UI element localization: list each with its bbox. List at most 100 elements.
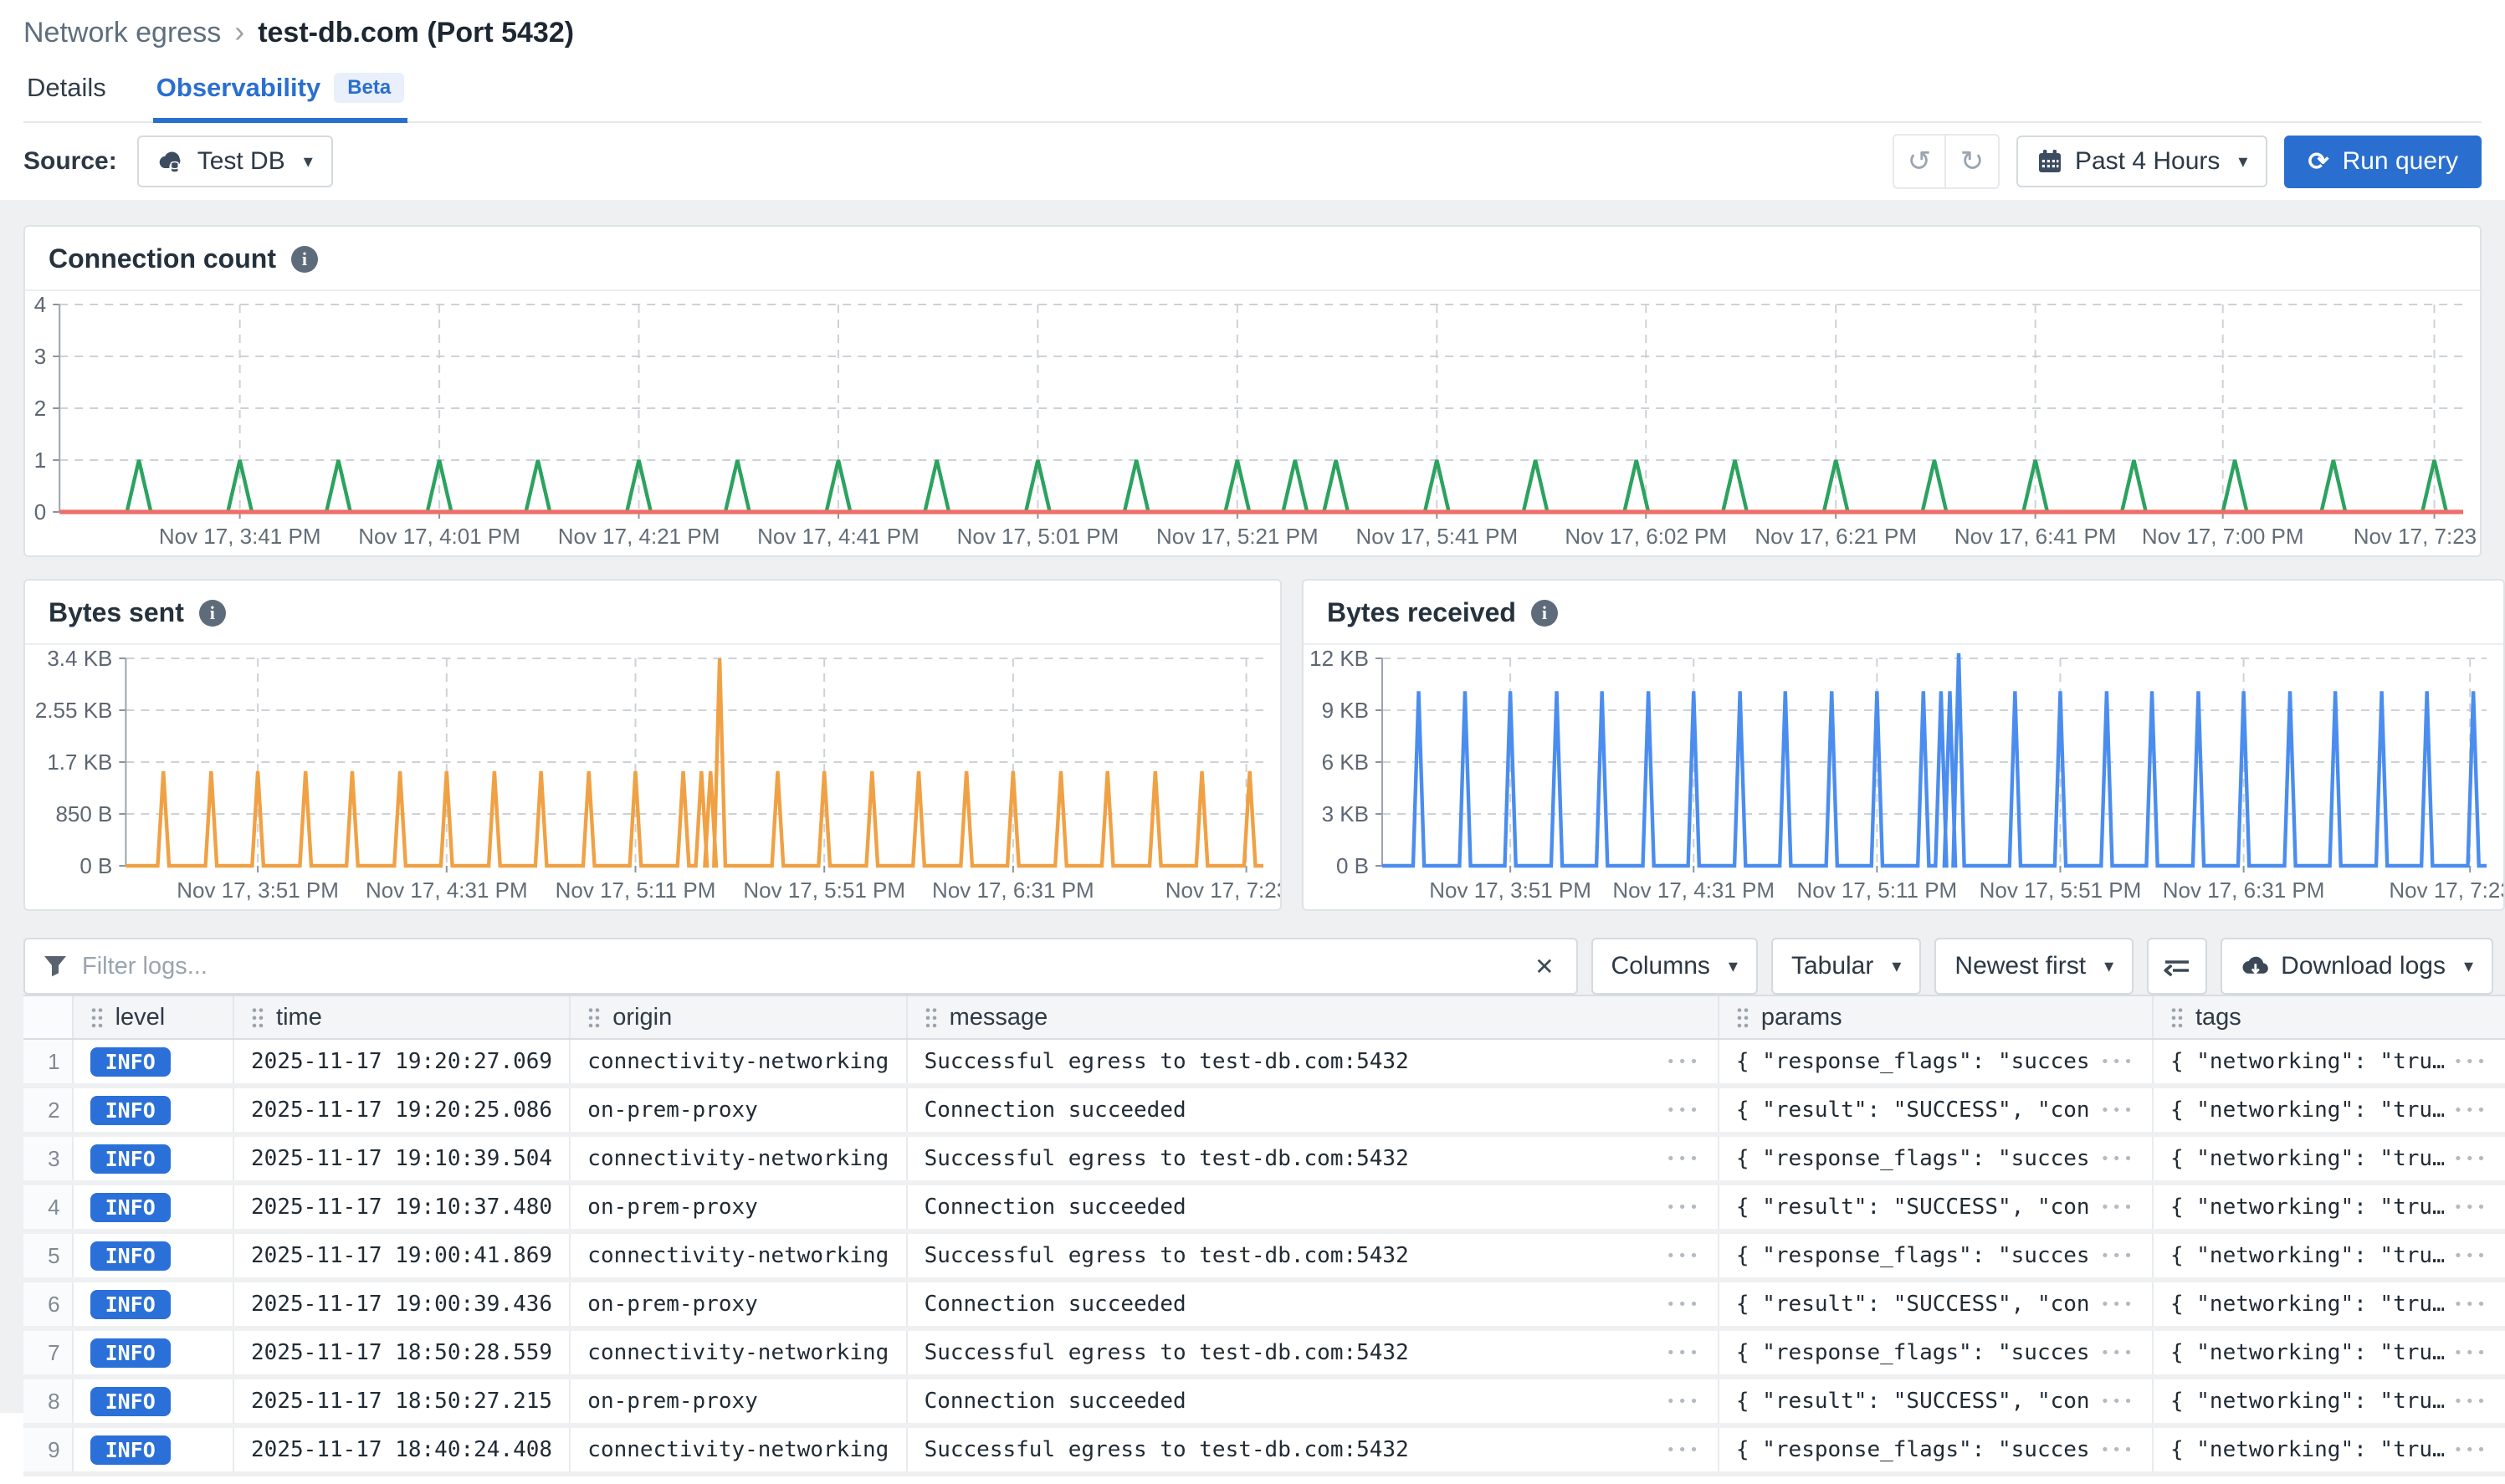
expand-params-button[interactable]: ••• (2100, 1441, 2135, 1459)
expand-message-button[interactable]: ••• (1666, 1247, 1701, 1265)
expand-params-button[interactable]: ••• (2100, 1053, 2135, 1071)
view-mode-select[interactable]: Tabular ▾ (1771, 938, 1921, 995)
row-number: 2 (23, 1088, 74, 1132)
expand-message-button[interactable]: ••• (1666, 1102, 1701, 1119)
table-row[interactable]: 1 INFO 2025-11-17 19:20:27.069 connectiv… (23, 1040, 2505, 1088)
observability-page: Network egress › test-db.com (Port 5432)… (0, 0, 2505, 1484)
cell-tags: { "networking": "tru…••• (2154, 1040, 2505, 1083)
expand-params-button[interactable]: ••• (2100, 1296, 2135, 1313)
expand-tags-button[interactable]: ••• (2454, 1150, 2489, 1168)
log-filter-bar: ✕ Columns ▾ Tabular ▾ Newest first ▾ (23, 938, 2493, 995)
drag-handle-icon[interactable] (1736, 1006, 1749, 1028)
line-wrap-toggle[interactable] (2147, 938, 2207, 995)
header-origin[interactable]: origin (571, 996, 907, 1038)
expand-params-button[interactable]: ••• (2100, 1393, 2135, 1410)
expand-message-button[interactable]: ••• (1666, 1199, 1701, 1216)
drag-handle-icon[interactable] (925, 1006, 938, 1028)
level-badge: INFO (90, 1047, 171, 1077)
table-row[interactable]: 7 INFO 2025-11-17 18:50:28.559 connectiv… (23, 1331, 2505, 1379)
header-level[interactable]: level (74, 996, 234, 1038)
expand-message-button[interactable]: ••• (1666, 1296, 1701, 1313)
info-icon[interactable]: i (291, 246, 318, 273)
svg-text:Nov 17, 4:31 PM: Nov 17, 4:31 PM (366, 878, 528, 903)
info-icon[interactable]: i (1531, 600, 1558, 627)
header-tags[interactable]: tags (2154, 996, 2505, 1038)
tab-observability-label: Observability (156, 73, 320, 103)
expand-params-button[interactable]: ••• (2100, 1344, 2135, 1362)
connection-count-card: Connection count i 01234Nov 17, 3:41 PMN… (23, 225, 2482, 557)
expand-tags-button[interactable]: ••• (2454, 1393, 2489, 1410)
table-row[interactable]: 4 INFO 2025-11-17 19:10:37.480 on-prem-p… (23, 1185, 2505, 1234)
download-logs-button[interactable]: Download logs ▾ (2221, 938, 2493, 995)
table-row[interactable]: 2 INFO 2025-11-17 19:20:25.086 on-prem-p… (23, 1088, 2505, 1137)
cell-params: { "response_flags": "succes…••• (1719, 1331, 2154, 1374)
cell-params: { "response_flags": "succes…••• (1719, 1137, 2154, 1180)
svg-text:Nov 17, 7:00 PM: Nov 17, 7:00 PM (2142, 524, 2304, 549)
columns-select[interactable]: Columns ▾ (1591, 938, 1758, 995)
cell-origin: connectivity-networking-… (571, 1428, 907, 1471)
expand-tags-button[interactable]: ••• (2454, 1296, 2489, 1313)
breadcrumb-parent-link[interactable]: Network egress (23, 17, 221, 49)
info-icon[interactable]: i (199, 600, 226, 627)
expand-params-button[interactable]: ••• (2100, 1199, 2135, 1216)
run-query-button[interactable]: ⟳ Run query (2284, 136, 2482, 188)
time-range-select[interactable]: Past 4 Hours ▾ (2016, 136, 2267, 187)
drag-handle-icon[interactable] (90, 1006, 104, 1028)
cloud-database-icon (157, 148, 186, 175)
redo-button[interactable]: ↻ (1946, 136, 1998, 187)
expand-message-button[interactable]: ••• (1666, 1344, 1701, 1362)
expand-tags-button[interactable]: ••• (2454, 1199, 2489, 1216)
expand-tags-button[interactable]: ••• (2454, 1247, 2489, 1265)
svg-text:850 B: 850 B (55, 801, 112, 826)
header-time[interactable]: time (234, 996, 571, 1038)
cell-origin: on-prem-proxy (571, 1379, 907, 1423)
cell-time: 2025-11-17 19:20:27.069 (234, 1040, 571, 1083)
source-label: Source: (23, 147, 117, 176)
cell-tags: { "networking": "tru…••• (2154, 1234, 2505, 1277)
log-table-body: 1 INFO 2025-11-17 19:20:27.069 connectiv… (23, 1040, 2505, 1476)
expand-tags-button[interactable]: ••• (2454, 1102, 2489, 1119)
sort-order-select[interactable]: Newest first ▾ (1934, 938, 2134, 995)
table-row[interactable]: 5 INFO 2025-11-17 19:00:41.869 connectiv… (23, 1234, 2505, 1282)
filter-logs-input[interactable] (82, 953, 1513, 980)
drag-handle-icon[interactable] (2170, 1006, 2184, 1028)
expand-params-button[interactable]: ••• (2100, 1247, 2135, 1265)
table-row[interactable]: 3 INFO 2025-11-17 19:10:39.504 connectiv… (23, 1137, 2505, 1185)
tab-details-label: Details (27, 73, 106, 103)
cell-time: 2025-11-17 18:50:27.215 (234, 1379, 571, 1423)
cell-tags: { "networking": "tru…••• (2154, 1088, 2505, 1132)
expand-message-button[interactable]: ••• (1666, 1053, 1701, 1071)
svg-text:Nov 17, 3:51 PM: Nov 17, 3:51 PM (177, 878, 339, 903)
expand-tags-button[interactable]: ••• (2454, 1441, 2489, 1459)
source-select[interactable]: Test DB ▾ (137, 136, 333, 187)
header-params[interactable]: params (1719, 996, 2154, 1038)
calendar-icon (2036, 148, 2063, 175)
drag-handle-icon[interactable] (251, 1006, 264, 1028)
expand-tags-button[interactable]: ••• (2454, 1053, 2489, 1071)
table-row[interactable]: 8 INFO 2025-11-17 18:50:27.215 on-prem-p… (23, 1379, 2505, 1428)
bytes-received-title: Bytes received (1327, 597, 1516, 628)
expand-message-button[interactable]: ••• (1666, 1150, 1701, 1168)
cell-level: INFO (74, 1379, 234, 1423)
expand-message-button[interactable]: ••• (1666, 1441, 1701, 1459)
tab-observability[interactable]: Observability Beta (153, 73, 407, 123)
table-row[interactable]: 6 INFO 2025-11-17 19:00:39.436 on-prem-p… (23, 1282, 2505, 1331)
svg-text:Nov 17, 5:41 PM: Nov 17, 5:41 PM (1355, 524, 1518, 549)
cell-params: { "result": "SUCCESS", "con…••• (1719, 1185, 2154, 1229)
cell-message: Successful egress to test-db.com:5432••• (908, 1137, 1719, 1180)
clear-filter-button[interactable]: ✕ (1528, 949, 1560, 984)
drag-handle-icon[interactable] (587, 1006, 601, 1028)
cell-params: { "result": "SUCCESS", "con…••• (1719, 1379, 2154, 1423)
svg-text:3.4 KB: 3.4 KB (47, 646, 112, 671)
tab-details[interactable]: Details (23, 73, 110, 123)
chevron-down-icon: ▾ (2104, 955, 2113, 977)
expand-tags-button[interactable]: ••• (2454, 1344, 2489, 1362)
svg-text:0 B: 0 B (1336, 853, 1369, 878)
expand-params-button[interactable]: ••• (2100, 1102, 2135, 1119)
cell-params: { "result": "SUCCESS", "con…••• (1719, 1088, 2154, 1132)
expand-params-button[interactable]: ••• (2100, 1150, 2135, 1168)
header-message[interactable]: message (908, 996, 1719, 1038)
expand-message-button[interactable]: ••• (1666, 1393, 1701, 1410)
undo-button[interactable]: ↺ (1894, 136, 1946, 187)
table-row[interactable]: 9 INFO 2025-11-17 18:40:24.408 connectiv… (23, 1428, 2505, 1476)
